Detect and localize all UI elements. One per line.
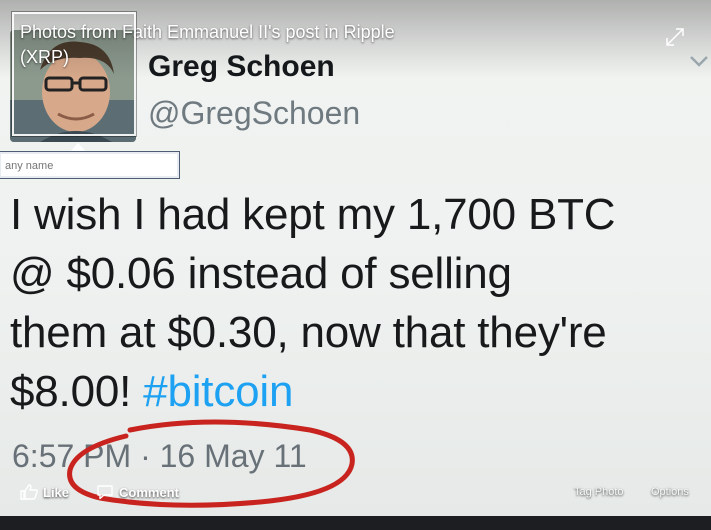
tag-name-field[interactable] — [0, 151, 180, 180]
photo-canvas: Photos from Faith Emmanuel II's post in … — [0, 0, 711, 516]
tweet-display-name: Greg Schoen — [148, 50, 335, 83]
options-button[interactable]: Options — [651, 482, 689, 502]
tag-photo-button[interactable]: Tag Photo — [574, 482, 624, 502]
tag-selection-box[interactable] — [12, 12, 136, 136]
bottom-strip — [0, 516, 711, 530]
options-label: Options — [651, 486, 689, 498]
tweet-text: I wish I had kept my 1,700 BTC @ $0.06 i… — [10, 185, 705, 421]
tweet-handle: @GregSchoen — [148, 95, 361, 131]
tweet-line-4-prefix: $8.00! — [10, 367, 144, 416]
chevron-down-icon[interactable] — [688, 52, 710, 70]
tweet-timestamp: 6:57 PM · 16 May 11 — [12, 438, 307, 474]
comment-label: Comment — [119, 484, 179, 500]
expand-icon[interactable] — [664, 26, 686, 48]
tweet-line-2: @ $0.06 instead of selling — [10, 249, 512, 298]
like-label: Like — [43, 484, 70, 500]
photo-action-bar: Like Comment Tag Photo Options — [0, 476, 711, 504]
hashtag-link[interactable]: #bitcoin — [143, 367, 293, 416]
comment-button[interactable]: Comment — [96, 482, 179, 502]
tweet-line-3: them at $0.30, now that they're — [10, 308, 607, 357]
like-button[interactable]: Like — [20, 482, 69, 502]
thumbs-up-icon — [20, 484, 38, 500]
tweet-line-1: I wish I had kept my 1,700 BTC — [10, 190, 616, 239]
tag-name-input[interactable] — [3, 152, 175, 180]
speech-bubble-icon — [97, 485, 113, 500]
tag-photo-label: Tag Photo — [574, 486, 624, 498]
tweet-line-4: $8.00! #bitcoin — [10, 362, 705, 421]
